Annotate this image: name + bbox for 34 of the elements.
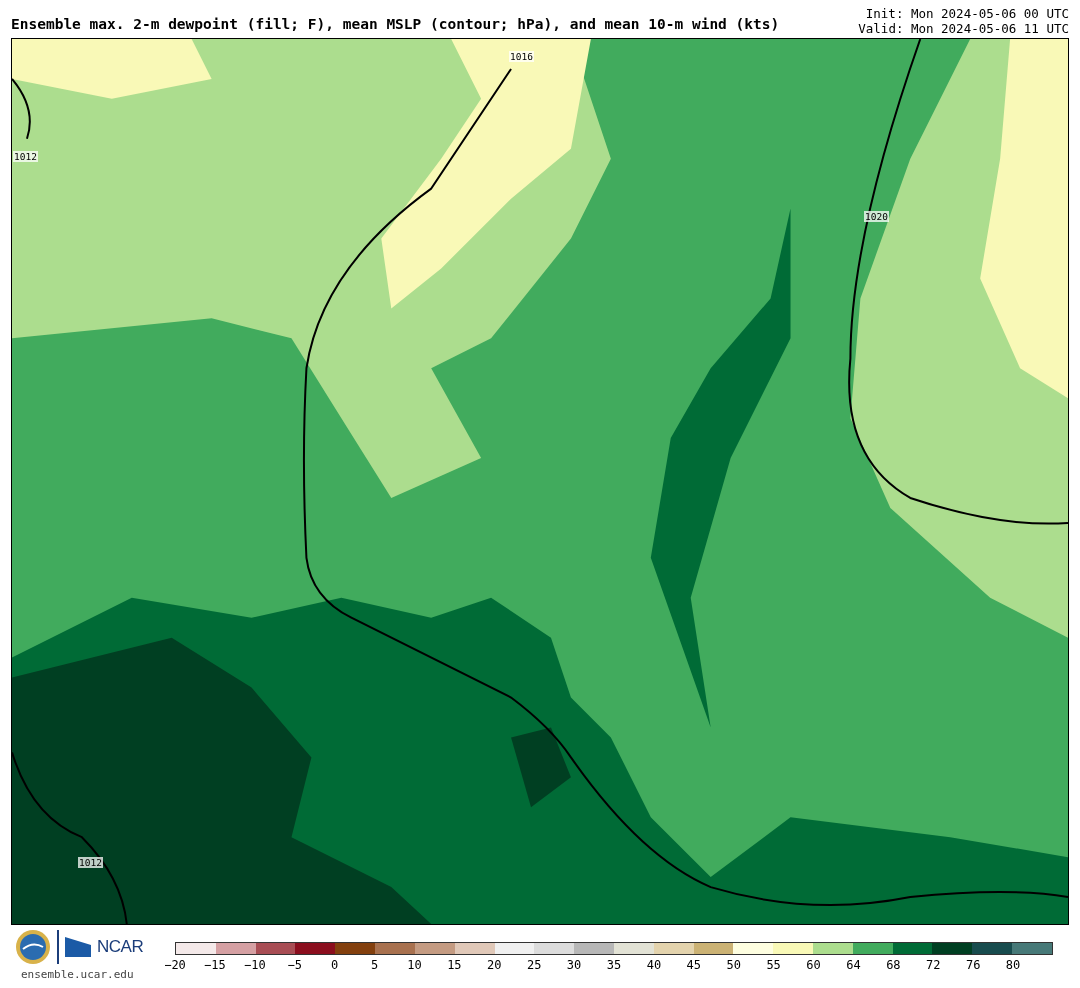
scale-label: 20	[487, 958, 502, 972]
org-name: NCAR	[97, 937, 144, 957]
scale-label: 25	[526, 958, 542, 972]
ncar-logo-icon	[65, 937, 91, 957]
scale-label: −5	[287, 958, 302, 972]
scale-label: 60	[806, 958, 821, 972]
scale-label: 55	[766, 958, 781, 972]
contour-label: 1020	[864, 211, 889, 222]
contour-label: 1016	[509, 51, 534, 62]
scale-label: 64	[846, 958, 861, 972]
scale-label: 5	[370, 958, 379, 972]
scale-label: 80	[1005, 958, 1021, 972]
scale-label: 76	[965, 958, 981, 972]
scale-label: 45	[686, 958, 702, 972]
scale-label: 35	[606, 958, 622, 972]
scale-label: 10	[407, 958, 422, 972]
scale-label: 72	[926, 958, 941, 972]
globe-logo-icon	[15, 929, 51, 965]
scale-label: 50	[726, 958, 741, 972]
scale-label: −10	[243, 958, 266, 972]
init-time: Init: Mon 2024-05-06 00 UTC	[865, 6, 1069, 21]
valid-time: Valid: Mon 2024-05-06 11 UTC	[858, 21, 1069, 36]
contour-label: 1012	[13, 151, 38, 162]
site-url: ensemble.ucar.edu	[21, 968, 134, 981]
divider-icon	[57, 930, 59, 964]
scale-label: 40	[646, 958, 662, 972]
contour-label: 1012	[78, 857, 103, 868]
scale-label: 0	[331, 958, 339, 972]
scale-label: 68	[886, 958, 901, 972]
scale-label: −20	[164, 958, 186, 972]
scale-label: 30	[566, 958, 582, 972]
scale-label: 15	[447, 958, 462, 972]
chart-title: Ensemble max. 2-m dewpoint (fill; F), mean MSLP (contour; hPa), and mean 10-m wind (kts)	[11, 16, 780, 34]
scale-label: −15	[204, 958, 226, 972]
